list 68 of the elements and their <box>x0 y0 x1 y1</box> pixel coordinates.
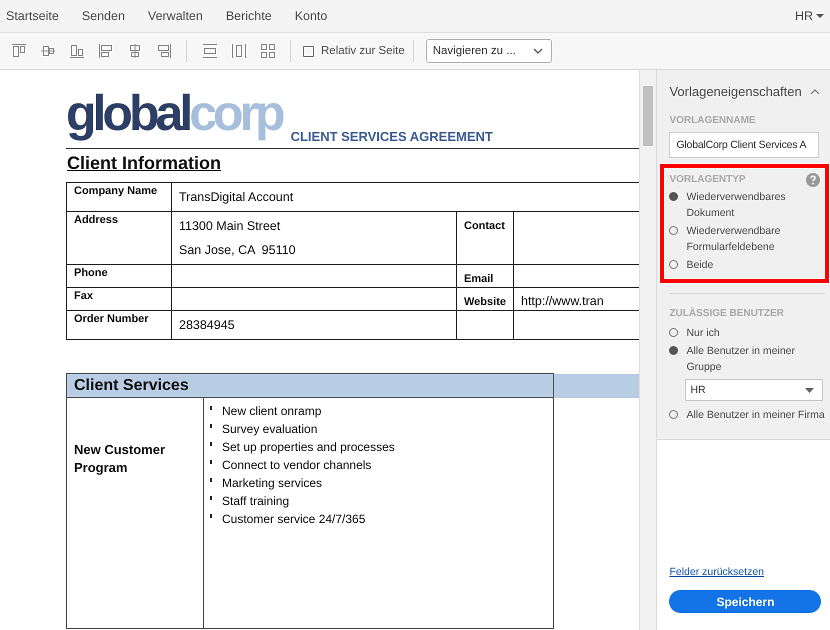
nav-item[interactable]: Senden <box>82 9 125 23</box>
table-cell: 11300 Main Street San Jose, CA 95110 <box>172 212 456 264</box>
table-cell: Website <box>456 288 514 310</box>
panel-title[interactable]: Vorlageneigenschaften <box>669 84 825 99</box>
section-heading: Client Information <box>67 153 222 174</box>
caret-icon <box>816 13 824 19</box>
align-top-icon[interactable] <box>10 43 26 59</box>
radio-label[interactable]: Alle Benutzer in meiner Firma <box>686 407 825 423</box>
table-cell: Email <box>456 264 514 288</box>
scrollbar-thumb[interactable] <box>642 86 652 146</box>
list-item: Survey evaluation <box>222 421 318 438</box>
document-title: CLIENT SERVICES AGREEMENT <box>290 129 493 144</box>
radio-button[interactable] <box>669 260 678 269</box>
chevron-up-icon <box>810 88 820 94</box>
align-left-icon[interactable] <box>98 43 114 59</box>
template-name-field[interactable]: GlobalCorp Client Services A <box>669 132 820 158</box>
radio-label[interactable]: Beide <box>686 257 714 273</box>
table-cell: Contact <box>456 212 514 264</box>
checkbox[interactable] <box>303 46 314 56</box>
reset-fields-link[interactable]: Felder zurücksetzen <box>669 566 764 578</box>
radio-button[interactable] <box>669 192 678 201</box>
table-cell <box>456 310 514 340</box>
table-header: Client Services <box>66 374 554 398</box>
radio-button[interactable] <box>669 226 678 235</box>
list-item: Staff training <box>222 493 290 510</box>
table-cell: Address <box>66 212 172 264</box>
group-dropdown[interactable]: HR <box>685 379 824 401</box>
relative-checkbox[interactable]: Relativ zur Seite <box>303 45 405 57</box>
align-right-icon[interactable] <box>156 43 172 59</box>
list-item: New client onramp <box>222 403 322 420</box>
distribute-horizontal-icon[interactable] <box>230 43 246 59</box>
table-cell: New Customer Program <box>66 398 204 628</box>
table-cell: Fax <box>66 288 172 310</box>
scrollbar[interactable] <box>638 70 656 630</box>
radio-label[interactable]: Wiederverwendbare Formularfeldebene <box>686 223 820 255</box>
user-menu[interactable]: HR <box>794 9 824 23</box>
company-logo: globalcorp <box>66 84 284 143</box>
field-label: ZULÄSSIGE BENUTZER <box>669 308 785 319</box>
caret-icon <box>805 388 814 392</box>
table-cell: Company Name <box>66 182 172 212</box>
table-cell: Phone <box>66 264 172 288</box>
radio-label[interactable]: Nur ich <box>686 325 720 341</box>
table-cell: 28384945 <box>172 310 456 340</box>
radio-label[interactable]: Wiederverwendbares Dokument <box>686 189 820 221</box>
chevron-down-icon <box>532 48 543 54</box>
navigate-dropdown[interactable]: Navigieren zu ... <box>426 39 552 63</box>
table-cell: TransDigital Account <box>172 182 638 212</box>
save-button[interactable]: Speichern <box>669 590 822 613</box>
list-item: Customer service 24/7/365 <box>222 511 366 528</box>
table-cell: Order Number <box>66 310 172 340</box>
radio-button[interactable] <box>669 346 678 355</box>
radio-label[interactable]: Alle Benutzer in meiner Gruppe <box>686 343 825 375</box>
field-label: VORLAGENTYP <box>669 174 746 185</box>
list-item: Connect to vendor channels <box>222 457 372 474</box>
nav-item[interactable]: Verwalten <box>148 9 203 23</box>
grid-arrange-icon[interactable] <box>260 43 276 59</box>
radio-button[interactable] <box>669 328 678 337</box>
list-item: Marketing services <box>222 475 322 492</box>
help-icon[interactable] <box>806 172 820 186</box>
nav-item[interactable]: Konto <box>294 9 328 23</box>
align-middle-icon[interactable] <box>40 43 56 59</box>
distribute-vertical-icon[interactable] <box>202 43 218 59</box>
radio-button[interactable] <box>669 410 678 419</box>
nav-item[interactable]: Berichte <box>226 9 272 23</box>
field-label: VORLAGENNAME <box>669 115 757 126</box>
nav-item[interactable]: Startseite <box>6 9 59 23</box>
list-item: Set up properties and processes <box>222 439 395 456</box>
align-bottom-icon[interactable] <box>68 43 84 59</box>
